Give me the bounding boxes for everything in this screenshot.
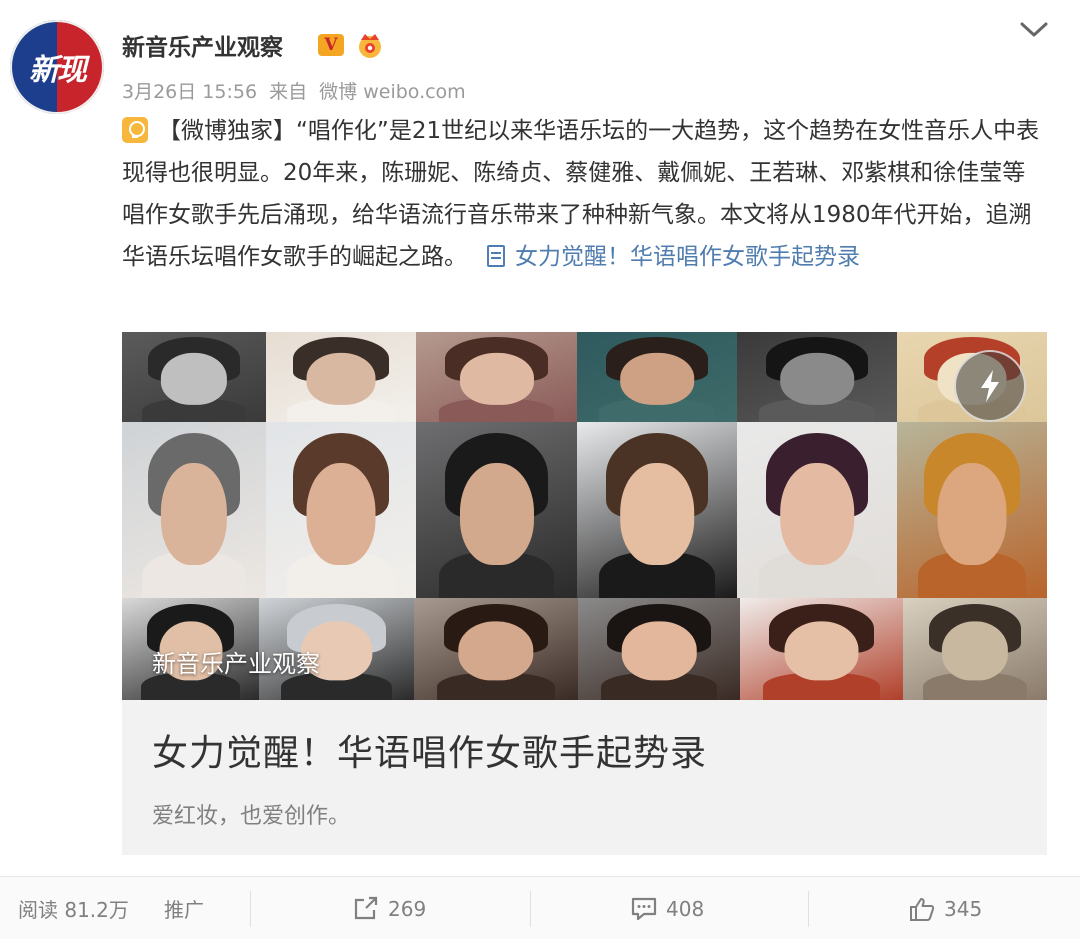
read-count: 阅读 81.2万 bbox=[18, 877, 129, 939]
photo-shape bbox=[941, 621, 1009, 681]
card-title[interactable]: 女力觉醒！华语唱作女歌手起势录 bbox=[152, 724, 707, 776]
post-source: 微博 weibo.com bbox=[319, 81, 466, 103]
weibo-post: 新现 新音乐产业观察 V 3月26日 15:56 来自 微博 weibo.com… bbox=[0, 0, 1080, 939]
comment-button[interactable]: 408 bbox=[630, 877, 704, 939]
crown-badge-icon[interactable] bbox=[354, 30, 386, 60]
cover-photo-tile bbox=[577, 332, 737, 422]
article-link[interactable]: 女力觉醒！华语唱作女歌手起势录 bbox=[515, 244, 860, 270]
photo-shape bbox=[459, 352, 534, 405]
photo-shape bbox=[937, 462, 1007, 565]
photo-shape bbox=[306, 462, 376, 565]
divider bbox=[250, 891, 251, 927]
photo-shape bbox=[458, 621, 534, 681]
verified-badge-icon[interactable]: V bbox=[318, 34, 344, 56]
repost-icon bbox=[354, 896, 378, 919]
photo-shape bbox=[459, 462, 534, 565]
action-bar: 阅读 81.2万 推广 269 408 345 bbox=[0, 876, 1080, 939]
cover-photo-tile bbox=[903, 598, 1047, 700]
reads-label: 阅读 bbox=[18, 898, 58, 922]
cover-photo-tile bbox=[416, 422, 577, 598]
lightbulb-icon bbox=[122, 117, 148, 143]
repost-button[interactable]: 269 bbox=[352, 877, 426, 939]
cover-photo-tile bbox=[414, 598, 578, 700]
cover-photo-tile bbox=[266, 422, 416, 598]
lightning-icon[interactable] bbox=[954, 350, 1026, 422]
divider bbox=[808, 891, 809, 927]
reads-value: 81.2万 bbox=[64, 898, 129, 922]
card-summary: 爱红妆，也爱创作。 bbox=[152, 804, 351, 829]
thumbs-up-icon bbox=[910, 897, 935, 921]
cover-photo-tile bbox=[578, 598, 740, 700]
like-count: 345 bbox=[944, 896, 983, 921]
cover-photo-tile bbox=[897, 422, 1047, 598]
cover-photo-tile bbox=[737, 332, 897, 422]
photo-shape bbox=[620, 462, 694, 565]
post-tag: 【微博独家】 bbox=[158, 118, 296, 144]
photo-shape bbox=[784, 621, 859, 681]
post-meta: 3月26日 15:56 来自 微博 weibo.com bbox=[122, 77, 472, 104]
photo-shape bbox=[620, 352, 694, 405]
avatar-ring bbox=[10, 20, 104, 114]
article-icon bbox=[487, 245, 505, 267]
post-date[interactable]: 3月26日 15:56 bbox=[122, 81, 257, 103]
cover-watermark: 新音乐产业观察 bbox=[152, 650, 320, 678]
photo-shape bbox=[160, 462, 228, 565]
comment-icon bbox=[631, 897, 657, 920]
post-text: 【微博独家】“唱作化”是21世纪以来华语乐坛的一大趋势，这个趋势在女性音乐人中表… bbox=[122, 110, 1047, 278]
promote-label: 推广 bbox=[164, 898, 204, 922]
article-card[interactable]: 新音乐产业观察 女力觉醒！华语唱作女歌手起势录 爱红妆，也爱创作。 bbox=[122, 332, 1047, 855]
photo-shape bbox=[780, 462, 854, 565]
cover-photo-tile bbox=[122, 332, 266, 422]
cover-photo-tile bbox=[577, 422, 737, 598]
source-prefix: 来自 bbox=[269, 81, 308, 103]
photo-shape bbox=[306, 352, 376, 405]
photo-shape bbox=[780, 352, 854, 405]
promote-button[interactable]: 推广 bbox=[164, 877, 204, 939]
photo-shape bbox=[160, 352, 228, 405]
divider bbox=[530, 891, 531, 927]
comment-count: 408 bbox=[666, 896, 705, 921]
cover-photo-tile bbox=[266, 332, 416, 422]
cover-photo-tile bbox=[416, 332, 577, 422]
chevron-down-icon[interactable] bbox=[1016, 16, 1052, 44]
cover-photo-tile bbox=[737, 422, 897, 598]
photo-shape bbox=[621, 621, 697, 681]
cover-photo-tile bbox=[740, 598, 903, 700]
user-name-link[interactable]: 新音乐产业观察 bbox=[122, 28, 283, 62]
repost-count: 269 bbox=[388, 896, 427, 921]
like-button[interactable]: 345 bbox=[908, 877, 982, 939]
cover-photo-tile bbox=[122, 422, 266, 598]
